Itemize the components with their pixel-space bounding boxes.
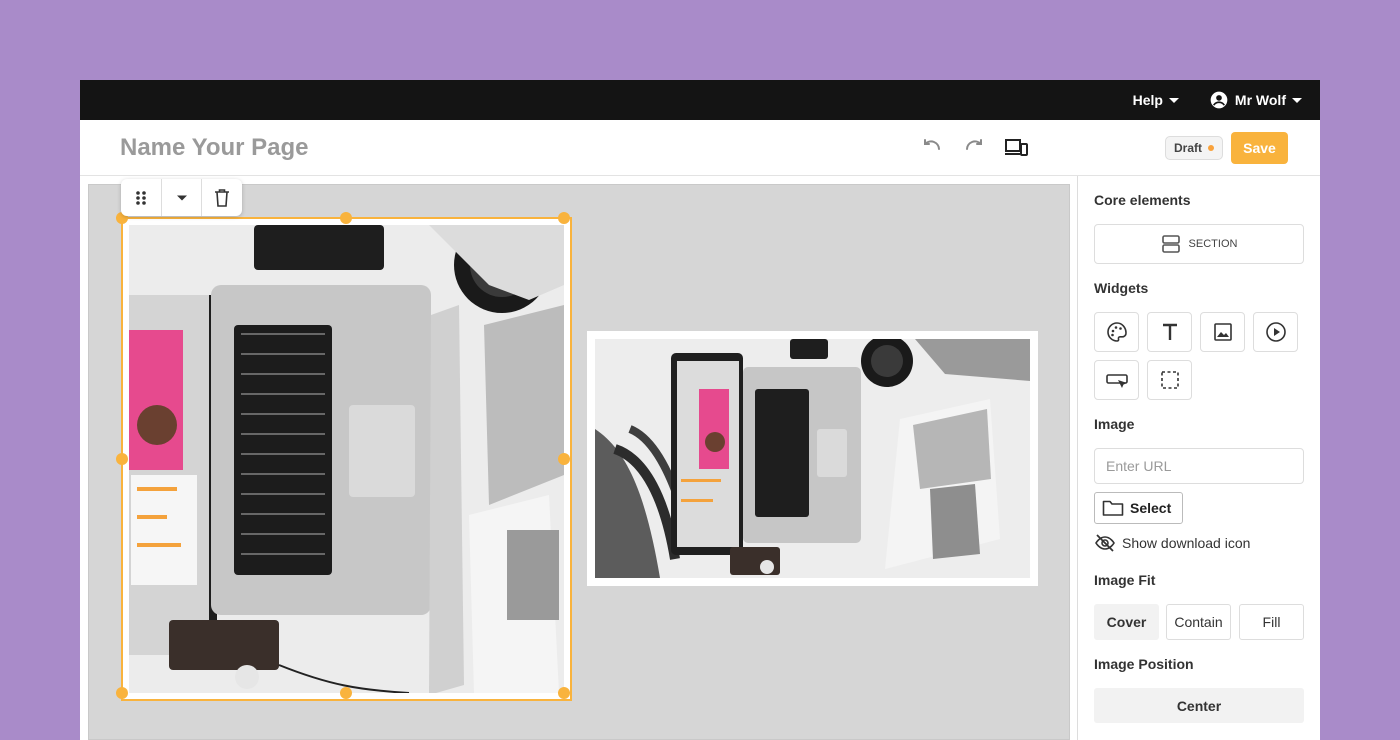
selected-image-block[interactable] bbox=[116, 212, 572, 701]
drag-handle-icon bbox=[136, 190, 146, 205]
core-elements-title: Core elements bbox=[1094, 192, 1191, 208]
resize-handle-bottom-left[interactable] bbox=[116, 687, 128, 699]
save-button[interactable]: Save bbox=[1231, 132, 1288, 164]
fit-contain-button[interactable]: Contain bbox=[1166, 604, 1231, 640]
select-image-button[interactable]: Select bbox=[1094, 492, 1183, 524]
widget-palette[interactable] bbox=[1094, 312, 1139, 352]
app-window: Help Mr Wolf Name Your Page Draft Save C… bbox=[80, 80, 1320, 740]
image-icon bbox=[1213, 323, 1232, 341]
chevron-down-icon bbox=[176, 195, 187, 200]
status-dot-icon bbox=[1208, 145, 1215, 151]
image-url-input[interactable] bbox=[1094, 448, 1304, 484]
text-icon bbox=[1162, 323, 1177, 340]
canvas-area bbox=[80, 176, 1078, 740]
resize-handle-right[interactable] bbox=[558, 453, 570, 465]
download-label: Show download icon bbox=[1122, 535, 1251, 551]
widget-container[interactable] bbox=[1147, 360, 1192, 400]
resize-handle-top[interactable] bbox=[340, 212, 352, 224]
user-avatar-icon bbox=[1210, 91, 1228, 109]
image-title: Image bbox=[1094, 416, 1135, 432]
devices-icon[interactable] bbox=[1004, 136, 1028, 160]
caret-down-icon bbox=[1168, 97, 1179, 103]
editor-header: Name Your Page Draft Save bbox=[80, 120, 1320, 176]
user-menu[interactable]: Mr Wolf bbox=[1209, 90, 1302, 110]
select-label: Select bbox=[1130, 500, 1172, 516]
laptop-photo-portrait[interactable] bbox=[129, 225, 564, 693]
page-canvas[interactable] bbox=[88, 179, 1070, 740]
help-label: Help bbox=[1132, 92, 1163, 108]
top-bar: Help Mr Wolf bbox=[80, 80, 1320, 120]
page-name-field[interactable]: Name Your Page bbox=[120, 134, 309, 162]
resize-handle-bottom-right[interactable] bbox=[558, 687, 570, 699]
status-label: Draft bbox=[1174, 141, 1203, 155]
widgets-title: Widgets bbox=[1094, 280, 1149, 296]
more-options-button[interactable] bbox=[162, 179, 203, 216]
show-download-toggle[interactable]: Show download icon bbox=[1094, 532, 1250, 554]
properties-panel: Core elements SECTION Widgets Image Ente… bbox=[1078, 176, 1320, 740]
image-position-select[interactable]: Center bbox=[1094, 688, 1304, 723]
widget-text[interactable] bbox=[1147, 312, 1192, 352]
section-label: SECTION bbox=[1188, 238, 1238, 250]
fit-fill-button[interactable]: Fill bbox=[1239, 604, 1304, 640]
undo-icon[interactable] bbox=[920, 136, 944, 160]
image-fit-title: Image Fit bbox=[1094, 572, 1156, 588]
eye-off-icon bbox=[1095, 534, 1115, 552]
image-position-title: Image Position bbox=[1094, 656, 1194, 672]
user-name: Mr Wolf bbox=[1234, 92, 1286, 108]
history-tools bbox=[920, 136, 1028, 160]
laptop-photo-landscape[interactable] bbox=[595, 339, 1030, 578]
section-button[interactable]: SECTION bbox=[1094, 224, 1304, 264]
section-icon bbox=[1161, 235, 1180, 253]
caret-down-icon bbox=[1292, 97, 1302, 103]
widget-button[interactable] bbox=[1094, 360, 1139, 400]
resize-handle-left[interactable] bbox=[116, 453, 128, 465]
palette-icon bbox=[1106, 322, 1127, 342]
resize-handle-top-right[interactable] bbox=[558, 212, 570, 224]
widget-image[interactable] bbox=[1200, 312, 1245, 352]
fit-cover-button[interactable]: Cover bbox=[1094, 604, 1159, 640]
element-toolbar bbox=[121, 179, 242, 216]
drag-handle-button[interactable] bbox=[121, 179, 162, 216]
container-icon bbox=[1160, 371, 1179, 389]
delete-button[interactable] bbox=[202, 179, 242, 216]
image-block[interactable] bbox=[587, 331, 1038, 586]
redo-icon[interactable] bbox=[962, 136, 986, 160]
folder-icon bbox=[1102, 500, 1124, 516]
play-icon bbox=[1265, 322, 1286, 342]
status-badge: Draft bbox=[1165, 136, 1224, 160]
help-menu[interactable]: Help bbox=[1133, 92, 1179, 108]
button-icon bbox=[1105, 374, 1128, 388]
widget-video[interactable] bbox=[1253, 312, 1298, 352]
resize-handle-bottom[interactable] bbox=[340, 687, 352, 699]
trash-icon bbox=[215, 188, 230, 207]
